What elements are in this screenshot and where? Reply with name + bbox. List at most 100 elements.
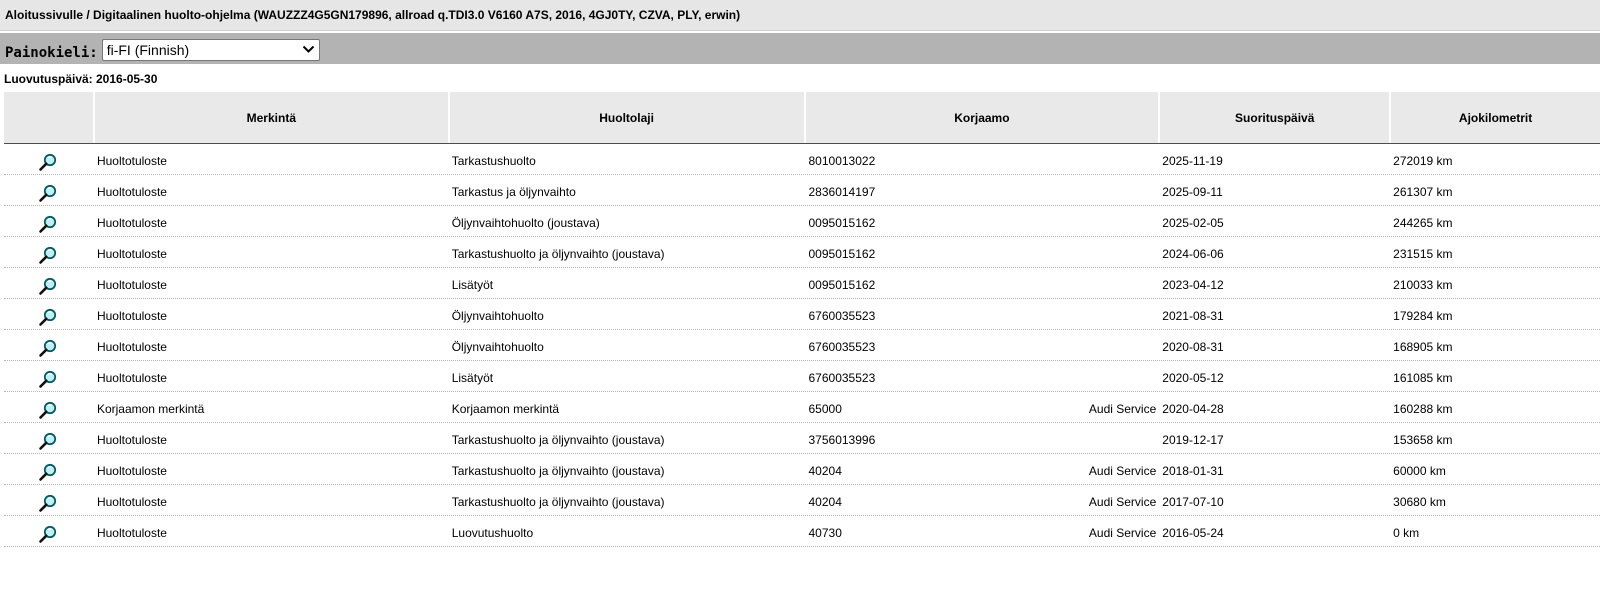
mileage-cell: 168905 km: [1393, 340, 1453, 354]
magnifier-icon[interactable]: [38, 369, 58, 389]
mileage-cell: 179284 km: [1393, 309, 1453, 323]
header-mileage: Ajokilometrit: [1391, 92, 1600, 143]
workshop-cell: 6760035523: [806, 361, 1159, 391]
row-icon-cell: [4, 361, 93, 391]
workshop-number: 6760035523: [808, 371, 876, 385]
table-header: Merkintä Huoltolaji Korjaamo Suorituspäi…: [4, 92, 1600, 144]
date-cell: 2020-08-31: [1162, 340, 1224, 354]
table-row: Huoltotuloste Tarkastushuolto 8010013022 20…: [4, 144, 1600, 175]
workshop-cell: 0095015162: [806, 206, 1159, 236]
magnifier-icon[interactable]: [38, 431, 58, 451]
breadcrumb-separator: /: [83, 8, 94, 22]
header-workshop: Korjaamo: [805, 92, 1159, 143]
magnifier-icon[interactable]: [38, 338, 58, 358]
row-icon-cell: [4, 144, 93, 174]
table-row: Huoltotuloste Öljynvaihtohuolto 6760035523…: [4, 330, 1600, 361]
magnifier-icon[interactable]: [38, 183, 58, 203]
workshop-number: 6760035523: [808, 340, 876, 354]
workshop-number: 3756013996: [808, 433, 876, 447]
page-title: Digitaalinen huolto-ohjelma (WAUZZZ4G5GN…: [93, 8, 741, 22]
workshop-number: 40204: [808, 495, 842, 509]
date-cell: 2024-06-06: [1162, 247, 1224, 261]
header-icon-column: [4, 92, 93, 143]
workshop-cell: 40730 Audi Service: [806, 516, 1159, 546]
row-icon-cell: [4, 392, 93, 422]
row-icon-cell: [4, 237, 93, 267]
row-icon-cell: [4, 423, 93, 453]
entry-cell: Huoltotuloste: [96, 371, 167, 385]
entry-cell: Huoltotuloste: [96, 526, 167, 540]
service-type-cell: Öljynvaihtohuolto (joustava): [451, 216, 600, 230]
magnifier-icon[interactable]: [38, 400, 58, 420]
dealer-name: Audi Service: [1088, 402, 1157, 416]
workshop-cell: 40204 Audi Service: [806, 454, 1159, 484]
language-bar: Painokieli: fi-FI (Finnish): [0, 33, 1600, 64]
row-icon-cell: [4, 299, 93, 329]
language-label: Painokieli:: [5, 44, 98, 61]
table-row: Huoltotuloste Öljynvaihtohuolto 6760035523…: [4, 299, 1600, 330]
date-cell: 2020-05-12: [1162, 371, 1224, 385]
entry-cell: Huoltotuloste: [96, 216, 167, 230]
row-icon-cell: [4, 516, 93, 546]
mileage-cell: 244265 km: [1393, 216, 1453, 230]
workshop-number: 0095015162: [808, 278, 876, 292]
date-cell: 2020-04-28: [1162, 402, 1224, 416]
workshop-number: 40204: [808, 464, 842, 478]
breadcrumb: Aloitussivulle / Digitaalinen huolto-ohj…: [0, 0, 1600, 31]
workshop-cell: 0095015162: [806, 237, 1159, 267]
table-row: Huoltotuloste Luovutushuolto 40730 Audi Ser…: [4, 516, 1600, 547]
magnifier-icon[interactable]: [38, 493, 58, 513]
delivery-date: Luovutuspäivä: 2016-05-30: [4, 72, 158, 86]
mileage-cell: 261307 km: [1393, 185, 1453, 199]
header-service-type: Huoltolaji: [449, 92, 804, 143]
table-row: Huoltotuloste Tarkastus ja öljynvaihto 283…: [4, 175, 1600, 206]
service-type-cell: Tarkastushuolto ja öljynvaihto (joustava…: [451, 247, 665, 261]
workshop-cell: 6760035523: [806, 330, 1159, 360]
language-select[interactable]: fi-FI (Finnish): [101, 38, 320, 61]
magnifier-icon[interactable]: [38, 276, 58, 296]
date-cell: 2016-05-24: [1162, 526, 1224, 540]
date-cell: 2025-02-05: [1162, 216, 1224, 230]
dealer-name: Audi Service: [1088, 526, 1157, 540]
mileage-cell: 160288 km: [1393, 402, 1453, 416]
row-icon-cell: [4, 268, 93, 298]
dealer-name: Audi Service: [1088, 495, 1157, 509]
service-history-table: Merkintä Huoltolaji Korjaamo Suorituspäi…: [4, 92, 1600, 547]
header-entry: Merkintä: [94, 92, 448, 143]
service-type-cell: Öljynvaihtohuolto: [451, 309, 544, 323]
row-icon-cell: [4, 206, 93, 236]
table-row: Korjaamon merkintä Korjaamon merkintä 6500…: [4, 392, 1600, 423]
magnifier-icon[interactable]: [38, 524, 58, 544]
service-type-cell: Tarkastushuolto ja öljynvaihto (joustava…: [451, 433, 665, 447]
service-type-cell: Lisätyöt: [451, 371, 494, 385]
row-icon-cell: [4, 175, 93, 205]
mileage-cell: 231515 km: [1393, 247, 1453, 261]
magnifier-icon[interactable]: [38, 307, 58, 327]
magnifier-icon[interactable]: [38, 152, 58, 172]
table-row: Huoltotuloste Tarkastushuolto ja öljynvai…: [4, 454, 1600, 485]
mileage-cell: 60000 km: [1393, 464, 1446, 478]
date-cell: 2025-11-19: [1162, 154, 1223, 168]
service-type-cell: Tarkastushuolto ja öljynvaihto (joustava…: [451, 464, 665, 478]
breadcrumb-home-link[interactable]: Aloitussivulle: [5, 8, 83, 22]
workshop-number: 8010013022: [808, 154, 876, 168]
workshop-number: 40730: [808, 526, 842, 540]
entry-cell: Huoltotuloste: [96, 154, 167, 168]
workshop-number: 2836014197: [808, 185, 876, 199]
date-cell: 2021-08-31: [1162, 309, 1224, 323]
date-cell: 2025-09-11: [1162, 185, 1223, 199]
workshop-cell: 6760035523: [806, 299, 1159, 329]
table-row: Huoltotuloste Tarkastushuolto ja öljynvai…: [4, 237, 1600, 268]
workshop-number: 0095015162: [808, 247, 876, 261]
table-row: Huoltotuloste Lisätyöt 6760035523 2020-05-1…: [4, 361, 1600, 392]
table-row: Huoltotuloste Tarkastushuolto ja öljynvai…: [4, 423, 1600, 454]
magnifier-icon[interactable]: [38, 245, 58, 265]
workshop-cell: 3756013996: [806, 423, 1159, 453]
date-cell: 2018-01-31: [1162, 464, 1224, 478]
entry-cell: Huoltotuloste: [96, 185, 167, 199]
entry-cell: Korjaamon merkintä: [96, 402, 205, 416]
service-type-cell: Luovutushuolto: [451, 526, 534, 540]
service-type-cell: Tarkastushuolto: [451, 154, 536, 168]
magnifier-icon[interactable]: [38, 214, 58, 234]
magnifier-icon[interactable]: [38, 462, 58, 482]
